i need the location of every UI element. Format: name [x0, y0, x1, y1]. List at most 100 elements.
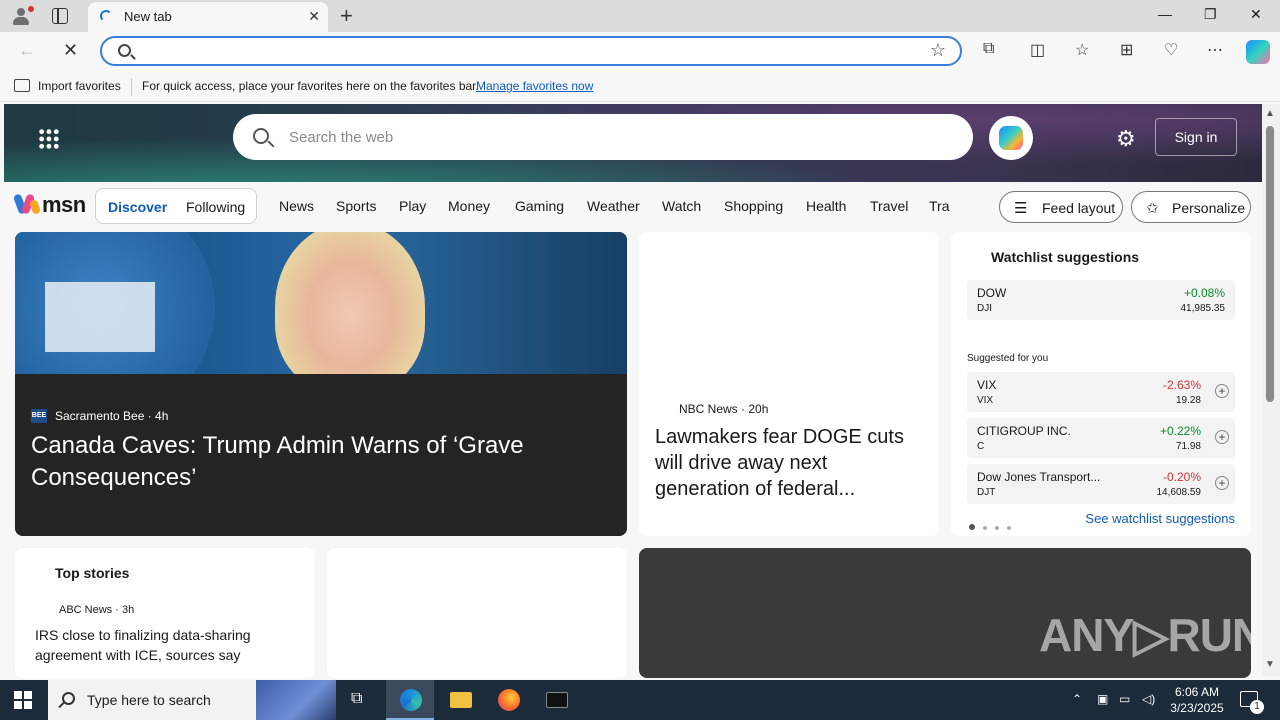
- hero-story-card[interactable]: BEE Sacramento Bee · 4h Canada Caves: Tr…: [15, 232, 627, 536]
- nav-money[interactable]: Money: [448, 198, 490, 214]
- news-card-loading: [327, 548, 627, 678]
- settings-gear-icon[interactable]: ⚙: [1116, 126, 1136, 152]
- start-button-icon[interactable]: [14, 691, 32, 709]
- msn-search-box[interactable]: [233, 114, 973, 160]
- stock-row-citigroup[interactable]: CITIGROUP INC. C +0.22% 71.98 +: [967, 418, 1235, 458]
- nav-news[interactable]: News: [279, 198, 314, 214]
- hero-image: [15, 232, 627, 422]
- stock-row-dow[interactable]: DOW DJI +0.08% 41,985.35: [967, 280, 1235, 320]
- nav-traffic[interactable]: Tra: [929, 198, 951, 214]
- collections-icon[interactable]: ⊞: [1120, 40, 1133, 60]
- split-screen-icon[interactable]: ◫: [1030, 40, 1045, 60]
- taskbar-search[interactable]: Type here to search: [48, 680, 336, 720]
- watchlist-title: Watchlist suggestions: [991, 249, 1140, 265]
- story-headline[interactable]: Lawmakers fear DOGE cuts will drive away…: [655, 424, 925, 502]
- browser-essentials-icon[interactable]: ♡: [1164, 40, 1178, 60]
- sign-in-button[interactable]: Sign in: [1155, 118, 1237, 156]
- taskbar-clock[interactable]: 6:06 AM 3/23/2025: [1162, 684, 1232, 716]
- tab-title: New tab: [124, 9, 172, 24]
- copilot-button[interactable]: [989, 116, 1033, 160]
- stock-row-djt[interactable]: Dow Jones Transport... DJT -0.20% 14,608…: [967, 464, 1235, 504]
- search-icon: [62, 692, 75, 705]
- nav-watch[interactable]: Watch: [662, 198, 701, 214]
- nav-travel[interactable]: Travel: [870, 198, 908, 214]
- top-stories-title: Top stories: [55, 565, 130, 581]
- back-icon[interactable]: ←: [18, 40, 36, 61]
- import-favorites-button[interactable]: Import favorites: [38, 79, 121, 93]
- import-favorites-icon: [14, 79, 30, 92]
- extensions-icon[interactable]: ⧉: [983, 40, 994, 58]
- address-bar[interactable]: ☆: [100, 36, 962, 66]
- video-card[interactable]: ANY▷RUN: [639, 548, 1251, 678]
- volume-icon[interactable]: ◁): [1142, 692, 1155, 706]
- story-headline[interactable]: Canada Caves: Trump Admin Warns of ‘Grav…: [31, 430, 611, 494]
- msn-butterfly-icon: [12, 193, 42, 216]
- close-window-icon[interactable]: ✕: [1250, 6, 1262, 23]
- story-source: NBC News · 20h: [679, 402, 769, 416]
- nav-weather[interactable]: Weather: [587, 198, 640, 214]
- add-to-watchlist-icon[interactable]: +: [1215, 384, 1229, 398]
- firefox-icon[interactable]: [484, 680, 532, 720]
- msn-logo-text: msn: [42, 192, 86, 217]
- nav-play[interactable]: Play: [399, 198, 426, 214]
- stock-row-vix[interactable]: VIX VIX -2.63% 19.28 +: [967, 372, 1235, 412]
- nav-sports[interactable]: Sports: [336, 198, 376, 214]
- favorite-star-icon[interactable]: ☆: [930, 40, 946, 61]
- search-icon: [253, 128, 269, 144]
- device-icon[interactable]: ▣: [1097, 692, 1108, 706]
- favorites-bar-message: For quick access, place your favorites h…: [142, 79, 479, 93]
- terminal-icon[interactable]: [532, 680, 580, 720]
- personalize-button[interactable]: ✩ Personalize: [1131, 191, 1251, 223]
- app-launcher-icon[interactable]: [38, 128, 60, 150]
- tab-discover[interactable]: Discover: [108, 199, 167, 215]
- network-icon[interactable]: ▭: [1119, 692, 1130, 706]
- personalize-star-icon: ✩: [1146, 200, 1159, 217]
- carousel-dots[interactable]: [969, 517, 1019, 535]
- stop-loading-icon[interactable]: ✕: [63, 40, 78, 61]
- add-to-watchlist-icon[interactable]: +: [1215, 430, 1229, 444]
- tab-following[interactable]: Following: [186, 199, 245, 215]
- task-view-icon[interactable]: ⧉: [336, 680, 384, 720]
- nav-gaming[interactable]: Gaming: [515, 198, 564, 214]
- watchlist-card: Watchlist suggestions DOW DJI +0.08% 41,…: [951, 232, 1251, 536]
- restore-icon[interactable]: ❐: [1204, 6, 1217, 23]
- favorites-bar: Import favorites For quick access, place…: [0, 72, 1280, 102]
- top-stories-card: Top stories ABC News · 3h IRS close to f…: [15, 548, 315, 678]
- tab-new-tab[interactable]: New tab ✕: [88, 2, 328, 32]
- nav-health[interactable]: Health: [806, 198, 846, 214]
- msn-search-input[interactable]: [289, 124, 949, 150]
- add-to-watchlist-icon[interactable]: +: [1215, 476, 1229, 490]
- news-card[interactable]: NBC News · 20h Lawmakers fear DOGE cuts …: [639, 232, 939, 536]
- more-menu-icon[interactable]: ⋯: [1207, 40, 1223, 60]
- divider: [131, 78, 132, 96]
- minimize-icon[interactable]: —: [1158, 6, 1172, 22]
- scroll-up-icon[interactable]: ▲: [1265, 108, 1275, 119]
- scroll-down-icon[interactable]: ▼: [1265, 659, 1275, 670]
- edge-taskbar-icon[interactable]: [386, 680, 434, 720]
- clock-time: 6:06 AM: [1174, 685, 1220, 699]
- notification-badge: 1: [1250, 700, 1264, 714]
- taskbar-search-placeholder: Type here to search: [87, 692, 211, 708]
- feed-tabs: Discover Following: [95, 188, 257, 224]
- close-tab-icon[interactable]: ✕: [308, 8, 320, 25]
- page-scrollbar[interactable]: ▲ ▼: [1262, 104, 1280, 676]
- profile-icon[interactable]: [10, 5, 34, 27]
- tab-actions-icon[interactable]: [52, 8, 68, 24]
- file-explorer-icon[interactable]: [436, 680, 484, 720]
- browser-toolbar: ← ✕ ☆ ⧉ ◫ ☆ ⊞ ♡ ⋯: [0, 32, 1280, 72]
- feed-layout-button[interactable]: ☰ Feed layout: [999, 191, 1123, 223]
- copilot-icon[interactable]: [1246, 40, 1270, 64]
- story-headline[interactable]: IRS close to finalizing data-sharing agr…: [35, 625, 295, 665]
- show-hidden-icons-icon[interactable]: ⌃: [1072, 692, 1082, 706]
- manage-favorites-link[interactable]: Manage favorites now: [476, 79, 593, 93]
- new-tab-icon[interactable]: +: [340, 3, 353, 29]
- title-bar: New tab ✕ + — ❐ ✕: [0, 0, 1280, 32]
- scrollbar-thumb[interactable]: [1266, 126, 1274, 402]
- nav-shopping[interactable]: Shopping: [724, 198, 783, 214]
- search-highlight-image: [256, 680, 336, 720]
- msn-nav: msn Discover Following News Sports Play …: [4, 182, 1262, 230]
- favorites-icon[interactable]: ☆: [1075, 40, 1089, 60]
- see-watchlist-link[interactable]: See watchlist suggestions: [1085, 511, 1235, 526]
- suggested-label: Suggested for you: [967, 353, 1049, 364]
- loading-icon: [100, 10, 112, 22]
